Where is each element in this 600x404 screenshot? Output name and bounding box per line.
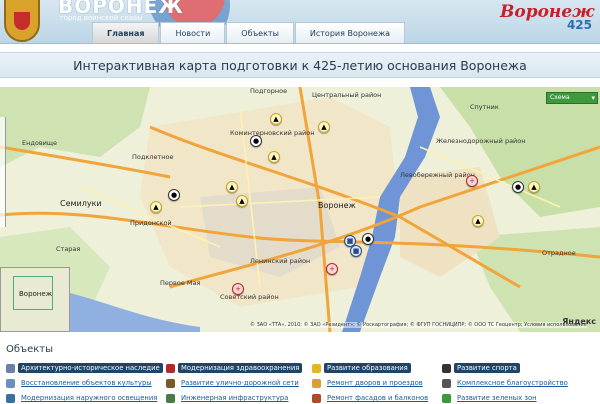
- sport-marker[interactable]: ●: [168, 189, 180, 201]
- interactive-map[interactable]: Воронеж Семилуки Придонской Подклетное Е…: [0, 87, 600, 332]
- objects-legend: Объекты Архитектурно-историческое наслед…: [0, 336, 600, 403]
- legend-item[interactable]: Развитие зеленых зон: [442, 392, 598, 404]
- page-title: Интерактивная карта подготовки к 425-лет…: [73, 58, 527, 73]
- map-zoom-slider[interactable]: [0, 117, 6, 227]
- map-label-pervoe-maya: Первое Мая: [160, 279, 201, 287]
- education-marker[interactable]: ▲: [270, 113, 282, 125]
- map-label-podgornoe: Подгорное: [250, 87, 288, 95]
- map-label-sputnik: Спутник: [470, 103, 499, 111]
- map-label-zheleznodorozhny: Железнодорожный район: [436, 137, 526, 145]
- education-marker[interactable]: ▲: [150, 201, 162, 213]
- title-bar: Интерактивная карта подготовки к 425-лет…: [0, 52, 600, 78]
- legend-item-label: Развитие образования: [324, 363, 411, 373]
- map-layer-select[interactable]: Схема: [546, 92, 598, 104]
- legend-item-label: Развитие зеленых зон: [457, 394, 537, 402]
- medical-marker[interactable]: +: [326, 263, 338, 275]
- legend-item[interactable]: Модернизация здравоохранения: [166, 362, 312, 374]
- map-label-endovishche: Ендовище: [22, 139, 58, 147]
- minimap-label: Воронеж: [19, 290, 53, 298]
- legend-item[interactable]: Инженерная инфраструктура: [166, 392, 312, 404]
- education-marker[interactable]: ▲: [268, 151, 280, 163]
- legend-title: Объекты: [6, 344, 54, 355]
- medical-icon: [166, 363, 175, 373]
- map-label-kominternovsky: Коминтерновский район: [230, 129, 315, 137]
- legend-item-label: Ремонт дворов и проездов: [327, 379, 423, 387]
- legend-item[interactable]: Развитие образования: [312, 362, 442, 374]
- legend-item-label: Ремонт фасадов и балконов: [327, 394, 429, 402]
- legend-item-label: Восстановление объектов культуры: [21, 379, 152, 387]
- legend-item-label: Инженерная инфраструктура: [181, 394, 289, 402]
- map-label-levoberezhny: Левобережный район: [400, 171, 475, 179]
- legend-item[interactable]: Модернизация наружного освещения: [6, 392, 166, 404]
- facade-icon: [312, 393, 321, 403]
- legend-item[interactable]: Ремонт фасадов и балконов: [312, 392, 442, 404]
- map-label-podklyuchi: Подклетное: [132, 153, 174, 161]
- legend-item[interactable]: Архитектурно-историческое наследие: [6, 362, 166, 374]
- infrastructure-marker[interactable]: ■: [350, 245, 362, 257]
- engineering-icon: [166, 393, 175, 403]
- legend-item[interactable]: Ремонт дворов и проездов: [312, 377, 442, 389]
- education-marker[interactable]: ▲: [528, 181, 540, 193]
- lighting-icon: [6, 393, 15, 403]
- education-marker[interactable]: ▲: [318, 121, 330, 133]
- main-nav: Главная Новости Объекты История Воронежа: [92, 22, 406, 43]
- map-label-leninsky: Ленинский район: [250, 257, 311, 265]
- map-label-otradnoe: Отрадное: [542, 249, 576, 257]
- education-marker[interactable]: ▲: [472, 215, 484, 227]
- map-label-pridonskoy: Придонской: [130, 219, 172, 227]
- nav-tab-home[interactable]: Главная: [92, 22, 160, 43]
- coat-of-arms-icon[interactable]: [4, 0, 40, 42]
- map-label-city: Воронеж: [318, 201, 356, 210]
- legend-item-label: Модернизация здравоохранения: [178, 363, 303, 373]
- legend-item[interactable]: Восстановление объектов культуры: [6, 377, 166, 389]
- map-label-sovetsky: Советский район: [220, 293, 279, 301]
- legend-item-label: Архитектурно-историческое наследие: [18, 363, 163, 373]
- nav-tab-history[interactable]: История Воронежа: [294, 22, 406, 43]
- forest-area: [0, 87, 150, 167]
- legend-item[interactable]: Развитие спорта: [442, 362, 598, 374]
- sport-marker[interactable]: ●: [512, 181, 524, 193]
- legend-item-label: Развитие спорта: [454, 363, 520, 373]
- education-marker[interactable]: ▲: [236, 195, 248, 207]
- site-header: ВОРОНЕЖ город воинской славы Главная Нов…: [0, 0, 600, 44]
- anniversary-logo[interactable]: Воронеж 425: [500, 2, 594, 40]
- map-label-starye: Старая: [56, 245, 81, 253]
- map-label-semiluki: Семилуки: [60, 199, 102, 208]
- legend-grid: Архитектурно-историческое наследие Модерн…: [6, 362, 598, 404]
- nav-tab-objects[interactable]: Объекты: [226, 22, 294, 43]
- legend-item-label: Развитие улично-дорожной сети: [181, 379, 299, 387]
- map-provider-logo[interactable]: Яндекс: [562, 317, 596, 326]
- education-icon: [312, 363, 321, 373]
- sport-marker[interactable]: ●: [362, 233, 374, 245]
- education-marker[interactable]: ▲: [226, 181, 238, 193]
- legend-item[interactable]: Комплексное благоустройство: [442, 377, 598, 389]
- sport-marker[interactable]: ●: [250, 135, 262, 147]
- nav-tab-news[interactable]: Новости: [160, 22, 226, 43]
- map-copyright[interactable]: © ЗАО «ТТА», 2010; © ЗАО «Резидент»; © Р…: [250, 322, 587, 328]
- landscaping-icon: [442, 378, 451, 388]
- culture-icon: [6, 378, 15, 388]
- sport-icon: [442, 363, 451, 373]
- road-icon: [166, 378, 175, 388]
- yard-icon: [312, 378, 321, 388]
- map-label-tsentralny: Центральный район: [312, 91, 382, 99]
- map-minimap[interactable]: Воронеж: [0, 267, 70, 332]
- heritage-icon: [6, 363, 15, 373]
- green-zone-icon: [442, 393, 451, 403]
- site-brand-subtitle: город воинской славы: [60, 14, 143, 22]
- medical-marker[interactable]: +: [232, 283, 244, 295]
- legend-item-label: Модернизация наружного освещения: [21, 394, 158, 402]
- map-base-layer: [0, 87, 600, 332]
- legend-item-label: Комплексное благоустройство: [457, 379, 568, 387]
- medical-marker[interactable]: +: [466, 175, 478, 187]
- legend-item[interactable]: Развитие улично-дорожной сети: [166, 377, 312, 389]
